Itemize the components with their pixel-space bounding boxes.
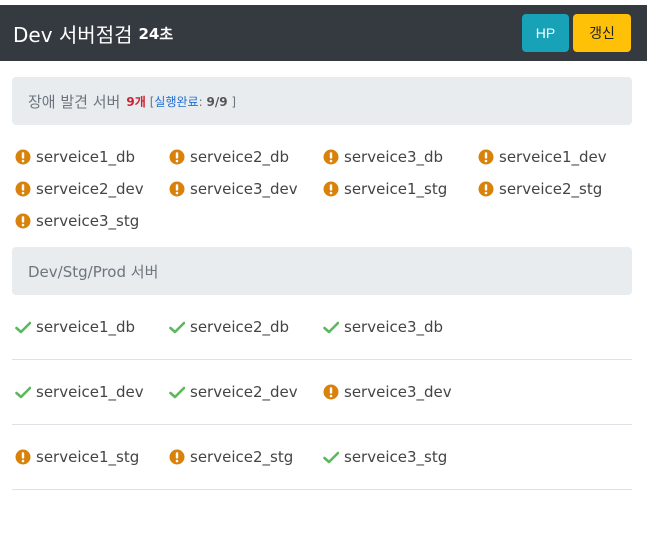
row-divider <box>12 359 632 360</box>
issue-count: 9개 <box>126 94 146 109</box>
warning-icon <box>478 181 494 197</box>
run-status-label: 실행완료 <box>154 94 199 109</box>
server-name: serveice1_db <box>36 318 136 336</box>
server-item[interactable]: serveice1_dev <box>478 146 607 168</box>
issue-panel-title: 장애 발견 서버 <box>28 92 121 111</box>
warning-icon <box>323 149 339 165</box>
warning-icon <box>169 149 185 165</box>
server-item[interactable]: serveice2_dev <box>15 178 144 200</box>
server-name: serveice1_dev <box>36 383 144 401</box>
check-icon <box>323 321 339 334</box>
bracket-close: ] <box>231 94 237 109</box>
warning-icon <box>15 213 31 229</box>
check-icon <box>15 321 31 334</box>
refresh-button[interactable]: 갱신 <box>573 14 631 52</box>
server-name: serveice3_dev <box>190 180 298 198</box>
server-name: serveice1_stg <box>36 448 140 466</box>
server-name: serveice3_db <box>344 148 444 166</box>
colon: : <box>198 94 203 109</box>
server-item[interactable]: serveice3_dev <box>169 178 298 200</box>
warning-icon <box>15 149 31 165</box>
server-item[interactable]: serveice1_db <box>15 316 135 338</box>
server-item[interactable]: serveice2_stg <box>478 178 602 200</box>
warning-icon <box>323 384 339 400</box>
issue-panel-header: 장애 발견 서버 9개 [실행완료: 9/9 ] <box>12 77 632 125</box>
server-name: serveice2_dev <box>36 180 144 198</box>
row-divider <box>12 424 632 425</box>
elapsed-seconds: 24초 <box>138 24 174 43</box>
server-item[interactable]: serveice1_dev <box>15 381 144 403</box>
header-bar: Dev 서버점검 24초 HP 갱신 <box>0 5 647 61</box>
warning-icon <box>15 449 31 465</box>
server-name: serveice2_stg <box>190 448 294 466</box>
hp-button[interactable]: HP <box>522 14 569 52</box>
env-panel-title: Dev/Stg/Prod 서버 <box>28 262 159 281</box>
server-item[interactable]: serveice2_stg <box>169 446 293 468</box>
server-item[interactable]: serveice1_stg <box>323 178 447 200</box>
server-name: serveice1_stg <box>344 180 448 198</box>
run-ratio: 9/9 <box>206 94 228 109</box>
server-name: serveice3_dev <box>344 383 452 401</box>
server-name: serveice3_stg <box>36 212 140 230</box>
server-item[interactable]: serveice3_stg <box>15 210 139 232</box>
warning-icon <box>323 181 339 197</box>
warning-icon <box>169 181 185 197</box>
env-panel-header: Dev/Stg/Prod 서버 <box>12 247 632 295</box>
server-item[interactable]: serveice3_db <box>323 316 443 338</box>
server-name: serveice2_stg <box>499 180 603 198</box>
run-status: [실행완료: 9/9 ] <box>150 93 236 110</box>
server-item[interactable]: serveice3_db <box>323 146 443 168</box>
warning-icon <box>478 149 494 165</box>
page-title: Dev 서버점검 <box>13 22 133 47</box>
server-name: serveice3_db <box>344 318 444 336</box>
server-item[interactable]: serveice2_dev <box>169 381 298 403</box>
warning-icon <box>15 181 31 197</box>
server-item[interactable]: serveice1_db <box>15 146 135 168</box>
server-name: serveice1_db <box>36 148 136 166</box>
server-item[interactable]: serveice3_stg <box>323 446 447 468</box>
row-divider <box>12 489 632 490</box>
check-icon <box>169 386 185 399</box>
warning-icon <box>169 449 185 465</box>
server-item[interactable]: serveice2_db <box>169 146 289 168</box>
server-name: serveice1_dev <box>499 148 607 166</box>
server-item[interactable]: serveice2_db <box>169 316 289 338</box>
server-name: serveice3_stg <box>344 448 448 466</box>
server-name: serveice2_db <box>190 148 290 166</box>
server-name: serveice2_dev <box>190 383 298 401</box>
check-icon <box>169 321 185 334</box>
server-item[interactable]: serveice3_dev <box>323 381 452 403</box>
server-name: serveice2_db <box>190 318 290 336</box>
check-icon <box>15 386 31 399</box>
check-icon <box>323 451 339 464</box>
server-item[interactable]: serveice1_stg <box>15 446 139 468</box>
